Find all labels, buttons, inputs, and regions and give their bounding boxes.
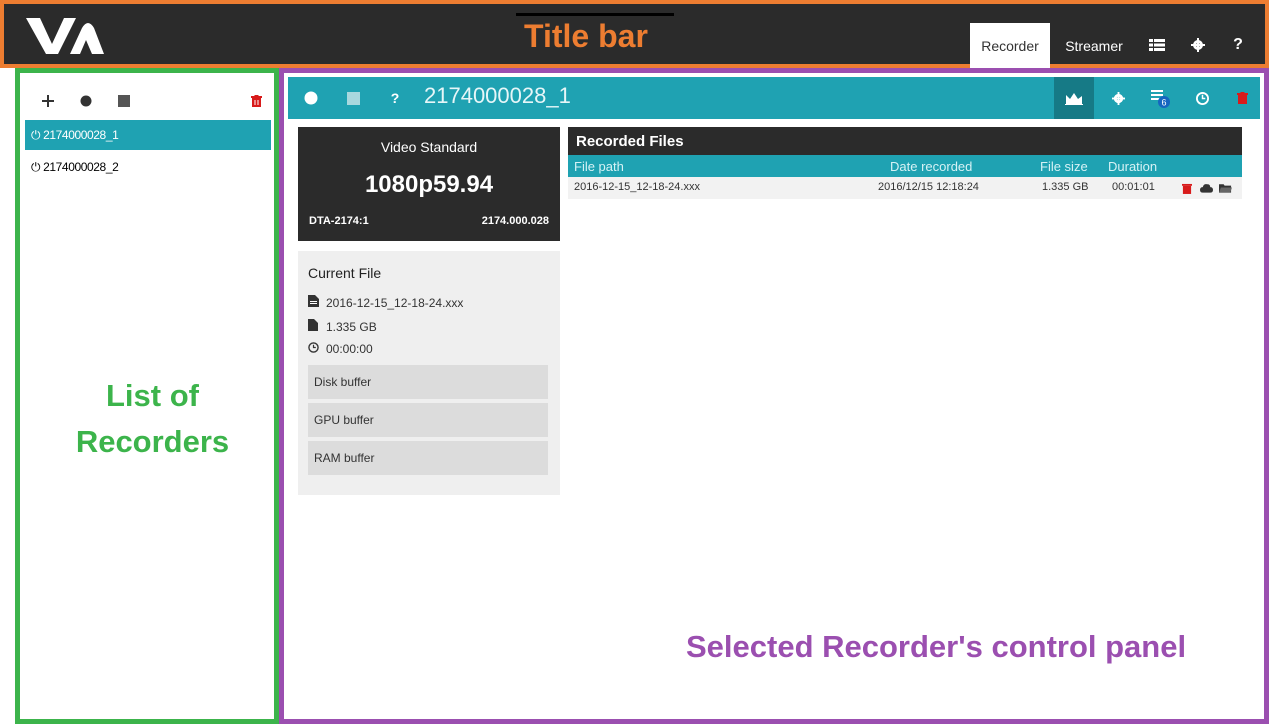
recorder-item-label: 2174000028_2 bbox=[43, 160, 119, 174]
record-icon[interactable] bbox=[294, 77, 328, 119]
chart-icon[interactable] bbox=[1054, 77, 1094, 119]
device-serial: 2174.000.028 bbox=[481, 215, 549, 227]
clock-icon bbox=[308, 342, 322, 356]
recorded-files-header: File path Date recorded File size Durati… bbox=[568, 155, 1242, 177]
stop-icon[interactable] bbox=[336, 77, 370, 119]
annotation-line: Recorders bbox=[75, 424, 230, 459]
column-date-recorded: Date recorded bbox=[890, 159, 973, 174]
document-icon bbox=[308, 319, 322, 334]
current-file-size-row: 1.335 GB bbox=[308, 319, 377, 334]
recorder-list-panel: ⏻ 2174000028_1 ⏻ 2174000028_2 List of Re… bbox=[15, 68, 279, 724]
recorder-item-label: 2174000028_1 bbox=[43, 128, 119, 142]
current-file-name-row: 2016-12-15_12-18-24.xxx bbox=[308, 295, 463, 310]
tab-recorder[interactable]: Recorder bbox=[970, 23, 1050, 69]
file-icon bbox=[308, 295, 322, 310]
column-file-path: File path bbox=[574, 159, 624, 174]
folder-icon[interactable] bbox=[1217, 180, 1233, 196]
device-model: DTA-2174:1 bbox=[309, 215, 369, 227]
current-file-name: 2016-12-15_12-18-24.xxx bbox=[326, 295, 464, 310]
column-file-size: File size bbox=[1040, 159, 1088, 174]
column-duration: Duration bbox=[1108, 159, 1158, 174]
help-icon[interactable]: ? bbox=[378, 77, 412, 119]
tab-streamer[interactable]: Streamer bbox=[1056, 23, 1132, 69]
control-panel-annotation: Selected Recorder's control panel bbox=[686, 629, 1187, 664]
current-file-size: 1.335 GB bbox=[326, 319, 377, 334]
table-row[interactable]: 2016-12-15_12-18-24.xxx 2016/12/15 12:18… bbox=[568, 177, 1242, 199]
recorder-list-toolbar bbox=[30, 87, 268, 117]
recorder-control-panel: ? 2174000028_1 6 Video Standard 1080p59.… bbox=[279, 68, 1269, 724]
trash-icon[interactable] bbox=[1222, 77, 1262, 119]
file-list-icon[interactable]: 6 bbox=[1140, 77, 1180, 119]
gpu-buffer: GPU buffer bbox=[308, 403, 548, 437]
gear-icon[interactable] bbox=[1098, 77, 1138, 119]
recorder-item[interactable]: ⏻ 2174000028_1 bbox=[25, 120, 271, 150]
row-file-path: 2016-12-15_12-18-24.xxx bbox=[574, 181, 700, 193]
current-file-time: 00:00:00 bbox=[326, 342, 373, 356]
record-icon[interactable] bbox=[74, 87, 98, 115]
ram-buffer: RAM buffer bbox=[308, 441, 548, 475]
recorder-item[interactable]: ⏻ 2174000028_2 bbox=[25, 152, 271, 182]
title-bar-annotation: Title bar bbox=[524, 18, 648, 54]
trash-icon[interactable] bbox=[244, 87, 268, 115]
title-bar: Title bar Recorder Streamer ? bbox=[0, 0, 1269, 69]
current-file-time-row: 00:00:00 bbox=[308, 342, 373, 356]
trash-icon[interactable] bbox=[1179, 180, 1195, 196]
title-divider bbox=[516, 13, 674, 16]
clock-icon[interactable] bbox=[1182, 77, 1222, 119]
list-icon[interactable] bbox=[1147, 34, 1167, 56]
recorded-files-title: Recorded Files bbox=[568, 127, 1242, 155]
disk-buffer: Disk buffer bbox=[308, 365, 548, 399]
row-duration: 00:01:01 bbox=[1112, 181, 1155, 193]
current-file-card: Current File 2016-12-15_12-18-24.xxx 1.3… bbox=[298, 251, 560, 495]
recorder-list-annotation: List of Recorders bbox=[50, 373, 255, 465]
control-header: ? 2174000028_1 6 bbox=[288, 77, 1260, 119]
row-file-size: 1.335 GB bbox=[1042, 181, 1089, 193]
annotation-line: List of bbox=[106, 378, 199, 413]
gear-icon[interactable] bbox=[1188, 34, 1208, 56]
row-date-recorded: 2016/12/15 12:18:24 bbox=[878, 181, 979, 193]
recorder-title: 2174000028_1 bbox=[424, 83, 571, 108]
video-standard-card: Video Standard 1080p59.94 DTA-2174:1 217… bbox=[298, 127, 560, 241]
video-standard-label: Video Standard bbox=[380, 139, 478, 155]
app-root: Title bar Recorder Streamer ? ⏻ 21740000… bbox=[0, 0, 1269, 724]
current-file-title: Current File bbox=[308, 265, 382, 281]
power-icon: ⏻ bbox=[31, 159, 41, 174]
power-icon: ⏻ bbox=[31, 127, 41, 142]
help-icon[interactable]: ? bbox=[1228, 34, 1248, 56]
app-logo bbox=[26, 18, 104, 54]
stop-icon[interactable] bbox=[112, 87, 136, 115]
video-standard-value: 1080p59.94 bbox=[364, 171, 494, 198]
file-count-badge: 6 bbox=[1161, 98, 1166, 108]
cloud-icon[interactable] bbox=[1198, 180, 1214, 196]
add-icon[interactable] bbox=[36, 87, 60, 115]
